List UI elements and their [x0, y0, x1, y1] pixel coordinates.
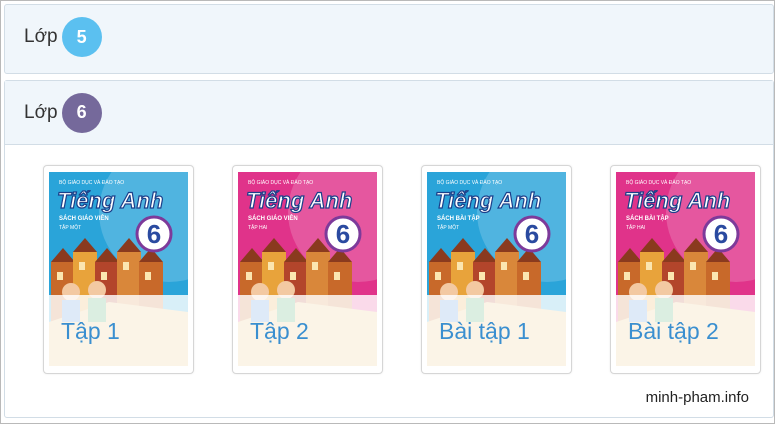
cover-number: 6	[147, 219, 161, 249]
grade-badge: 5	[61, 17, 102, 57]
cover-title: Tiếng Anh	[624, 188, 730, 213]
cover-number: 6	[714, 219, 728, 249]
cover-title: Tiếng Anh	[246, 188, 352, 213]
cover-volume: TẬP HAI	[626, 224, 645, 231]
cover-title: Tiếng Anh	[435, 188, 541, 213]
book-caption[interactable]: Bài tập 2	[611, 295, 760, 367]
cover-volume: TẬP MỘT	[437, 224, 459, 231]
cover-publisher: BỘ GIÁO DỤC VÀ ĐÀO TẠO	[437, 179, 502, 186]
grade-5-header[interactable]: Lớp 5	[5, 5, 773, 69]
cover-publisher: BỘ GIÁO DỤC VÀ ĐÀO TẠO	[59, 179, 124, 186]
cover-volume: TẬP HAI	[248, 224, 267, 231]
book-caption[interactable]: Tập 1	[44, 295, 193, 367]
grade-badge: 6	[61, 92, 102, 133]
cover-subtitle: SÁCH GIÁO VIÊN	[59, 214, 109, 222]
book-caption[interactable]: Bài tập 1	[422, 295, 571, 367]
grade-5-panel[interactable]: Lớp 5	[4, 4, 774, 74]
book-card-tap-2[interactable]: BỘ GIÁO DỤC VÀ ĐÀO TẠO Tiếng Anh SÁCH GIÁO…	[232, 165, 383, 374]
cover-subtitle: SÁCH BÀI TẬP	[437, 215, 480, 222]
cover-title: Tiếng Anh	[57, 188, 163, 213]
cover-subtitle: SÁCH BÀI TẬP	[626, 215, 669, 222]
grade-6-header[interactable]: Lớp 6	[5, 81, 773, 145]
book-card-bai-tap-2[interactable]: BỘ GIÁO DỤC VÀ ĐÀO TẠO Tiếng Anh SÁCH BÀI …	[610, 165, 761, 374]
cover-publisher: BỘ GIÁO DỤC VÀ ĐÀO TẠO	[626, 179, 691, 186]
cover-volume: TẬP MỘT	[59, 224, 81, 231]
cover-number: 6	[525, 219, 539, 249]
cover-number: 6	[336, 219, 350, 249]
cover-subtitle: SÁCH GIÁO VIÊN	[248, 214, 298, 222]
book-card-bai-tap-1[interactable]: BỘ GIÁO DỤC VÀ ĐÀO TẠO Tiếng Anh SÁCH BÀI …	[421, 165, 572, 374]
book-caption[interactable]: Tập 2	[233, 295, 382, 367]
cover-publisher: BỘ GIÁO DỤC VÀ ĐÀO TẠO	[248, 179, 313, 186]
grade-label: Lớp	[24, 26, 58, 47]
watermark-text: minh-pham.info	[645, 389, 749, 406]
book-card-tap-1[interactable]: BỘ GIÁO DỤC VÀ ĐÀO TẠO Tiếng Anh SÁCH GIÁO…	[43, 165, 194, 374]
grade-label: Lớp	[24, 101, 58, 123]
